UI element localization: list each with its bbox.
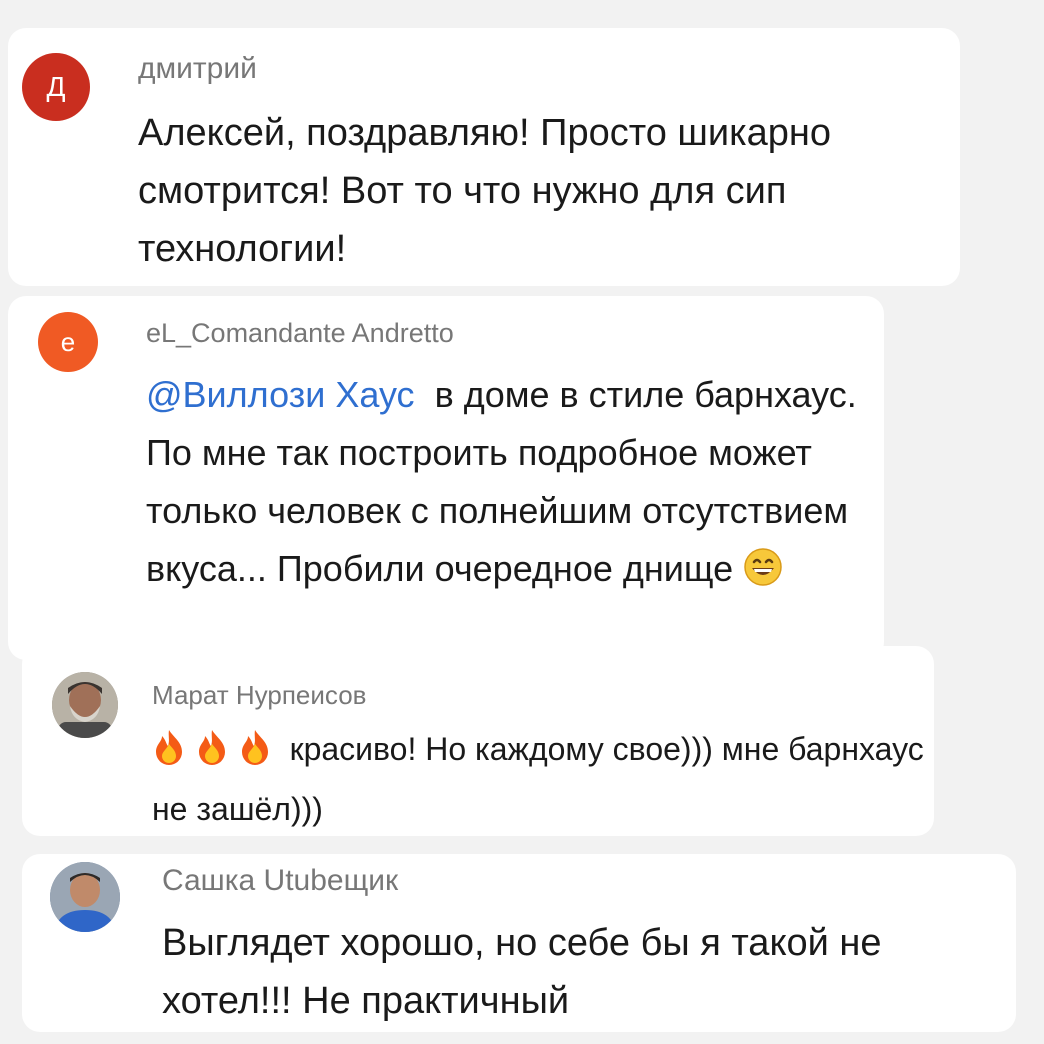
fire-emoji: [195, 728, 229, 782]
comment-text: красиво! Но каждому свое))) мне барнхаус…: [152, 722, 932, 836]
comment-text: @Виллози Хаус в доме в стиле барнхаус. П…: [146, 366, 866, 604]
avatar[interactable]: e: [38, 312, 98, 372]
avatar-letter: e: [60, 326, 76, 357]
avatar[interactable]: [52, 672, 118, 738]
avatar-letter: Д: [46, 71, 66, 102]
person-photo-icon: [50, 862, 120, 932]
comment-text: Алексей, поздравляю! Просто шикарно смот…: [138, 112, 831, 270]
grinning-face-emoji: [743, 546, 783, 604]
person-photo-icon: [52, 672, 118, 738]
mention-link[interactable]: @Виллози Хаус: [146, 374, 415, 415]
comment-author[interactable]: eL_Comandante Andretto: [146, 318, 454, 349]
avatar[interactable]: Д: [22, 53, 90, 121]
comment-author[interactable]: дмитрий: [138, 52, 257, 86]
comment-author[interactable]: Марат Нурпеисов: [152, 680, 366, 711]
comment-text: Выглядет хорошо, но себе бы я такой не х…: [162, 922, 882, 1022]
avatar[interactable]: [50, 862, 120, 932]
fire-emoji: [238, 728, 272, 782]
fire-emoji: [152, 728, 186, 782]
comment-author[interactable]: Сашка Utubещик: [162, 864, 398, 898]
